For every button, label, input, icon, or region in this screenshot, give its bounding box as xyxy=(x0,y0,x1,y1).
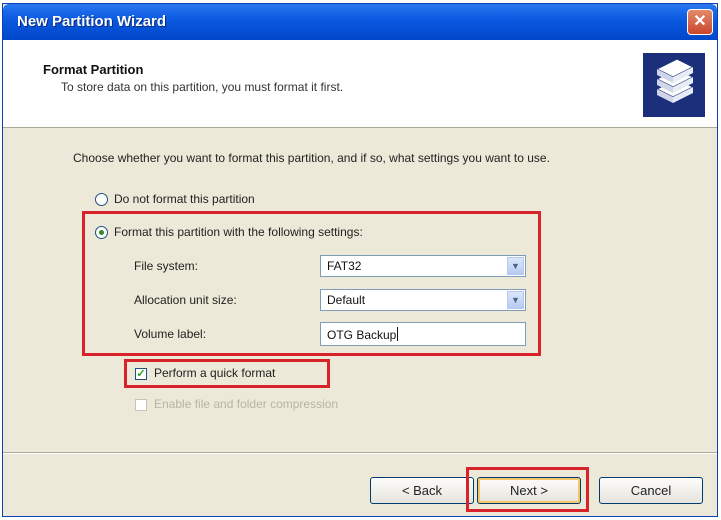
compression-label: Enable file and folder compression xyxy=(154,397,339,411)
back-button[interactable]: < Back xyxy=(370,477,474,504)
volume-label-label: Volume label: xyxy=(134,327,207,341)
allocation-unit-label: Allocation unit size: xyxy=(134,293,237,307)
allocation-unit-value: Default xyxy=(327,293,366,307)
checkmark-icon: ✓ xyxy=(136,368,146,380)
volume-label-input[interactable]: OTG Backup xyxy=(320,322,526,346)
format-disk-icon xyxy=(643,53,705,117)
wizard-window: New Partition Wizard ✕ Format Partition … xyxy=(2,3,718,517)
close-button[interactable]: ✕ xyxy=(687,9,713,35)
quick-format-checkbox[interactable]: ✓ xyxy=(135,368,147,380)
format-radio[interactable] xyxy=(95,226,108,239)
format-label[interactable]: Format this partition with the following… xyxy=(114,225,363,239)
quick-format-label[interactable]: Perform a quick format xyxy=(154,366,275,380)
file-system-value: FAT32 xyxy=(327,259,362,273)
allocation-unit-select[interactable]: Default ▼ xyxy=(320,289,526,311)
next-button[interactable]: Next > xyxy=(477,477,581,504)
text-caret xyxy=(397,327,399,341)
page-title: Format Partition xyxy=(43,62,144,77)
chevron-down-icon[interactable]: ▼ xyxy=(507,291,524,309)
chevron-down-icon[interactable]: ▼ xyxy=(507,257,524,275)
compression-checkbox xyxy=(135,399,147,411)
file-system-select[interactable]: FAT32 ▼ xyxy=(320,255,526,277)
file-system-label: File system: xyxy=(134,259,199,273)
close-icon: ✕ xyxy=(693,13,707,30)
no-format-label[interactable]: Do not format this partition xyxy=(114,192,255,206)
instruction-text: Choose whether you want to format this p… xyxy=(73,151,550,165)
button-separator xyxy=(3,452,717,454)
no-format-radio[interactable] xyxy=(95,193,108,206)
title-bar[interactable]: New Partition Wizard ✕ xyxy=(3,4,717,40)
cancel-button[interactable]: Cancel xyxy=(599,477,703,504)
wizard-header: Format Partition To store data on this p… xyxy=(3,40,717,128)
window-title: New Partition Wizard xyxy=(17,13,167,30)
volume-label-value: OTG Backup xyxy=(327,328,397,342)
page-subtitle: To store data on this partition, you mus… xyxy=(61,80,344,94)
